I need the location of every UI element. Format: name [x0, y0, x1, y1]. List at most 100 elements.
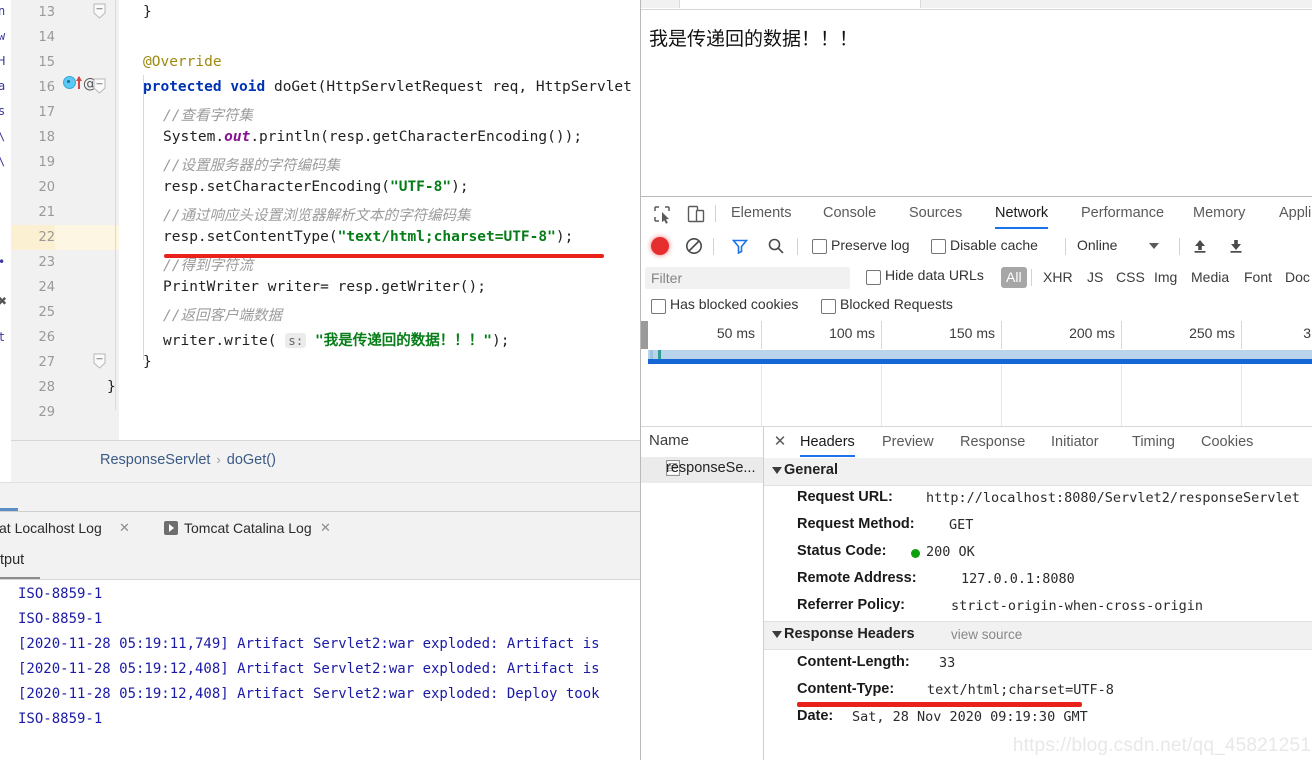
line-number: 28 [38, 380, 55, 395]
section-general-header[interactable]: General [764, 458, 1312, 486]
tab-application[interactable]: Appli [1279, 197, 1311, 229]
detail-tab-cookies[interactable]: Cookies [1201, 427, 1253, 457]
detail-tab-headers[interactable]: Headers [800, 427, 855, 457]
blocked-requests-checkbox[interactable] [821, 299, 836, 314]
filter-icon[interactable] [731, 237, 749, 255]
code-editor[interactable]: 13 14 15 16 17 18 19 20 21 22 23 24 25 2… [11, 0, 640, 440]
tab-elements[interactable]: Elements [731, 197, 791, 229]
import-har-icon[interactable] [1191, 237, 1209, 255]
timeline-tick: 100 ms [761, 321, 882, 349]
console-line: ISO-8859-1 [18, 711, 103, 727]
search-icon[interactable] [767, 237, 785, 255]
code-line-23-comment: //得到字符流 [163, 258, 253, 274]
filter-input[interactable] [645, 267, 850, 289]
code-line-26: writer.write( s: "我是传递回的数据！！！"); [163, 329, 509, 350]
filter-chip-font[interactable]: Font [1239, 267, 1277, 288]
console-output[interactable]: ISO-8859-1 ISO-8859-1 [2020-11-28 05:19:… [0, 580, 640, 760]
disable-cache-checkbox[interactable] [931, 239, 946, 254]
tab-performance[interactable]: Performance [1081, 197, 1164, 229]
line-number: 20 [38, 180, 55, 195]
chevron-down-icon[interactable] [772, 467, 782, 474]
code-fold-icon[interactable] [93, 78, 106, 94]
code-text-area[interactable]: } @Override protected void doGet(HttpSer… [107, 0, 640, 440]
detail-tab-preview[interactable]: Preview [882, 427, 934, 457]
blocked-requests-label[interactable]: Blocked Requests [840, 296, 953, 312]
tab-memory[interactable]: Memory [1193, 197, 1245, 229]
view-source-link[interactable]: view source [951, 627, 1022, 642]
filter-chip-all[interactable]: All [1001, 267, 1027, 288]
header-value: http://localhost:8080/Servlet2/responseS… [926, 490, 1300, 506]
section-response-headers-header[interactable]: Response Headers view source [764, 621, 1312, 650]
divider [715, 205, 716, 222]
breadcrumb-method[interactable]: doGet() [227, 452, 276, 468]
breadcrumb-class[interactable]: ResponseServlet [100, 452, 210, 468]
line-number: 24 [38, 280, 55, 295]
chrome-browser-pane: 我是传递回的数据！！！ Elements Console Sources Net… [640, 0, 1312, 760]
filter-chip-js[interactable]: JS [1082, 267, 1108, 288]
browser-tab-strip [641, 0, 1312, 8]
timeline-tick-label: 50 ms [716, 325, 755, 341]
close-icon[interactable]: ✕ [118, 521, 131, 534]
run-icon [164, 521, 178, 535]
tab-sources[interactable]: Sources [909, 197, 962, 229]
overview-grid [641, 365, 1312, 426]
column-header-name: Name [649, 432, 690, 449]
output-label: tput [0, 552, 25, 568]
code-line-15: @Override [143, 54, 222, 70]
filter-chip-doc[interactable]: Doc [1280, 267, 1312, 288]
gutter-markers[interactable]: @ [63, 75, 97, 100]
header-row-request-method: Request Method: GET [764, 512, 1312, 539]
filter-chip-media[interactable]: Media [1186, 267, 1234, 288]
close-icon[interactable]: ✕ [772, 434, 788, 450]
header-key: Content-Length: [797, 654, 910, 670]
network-blocked-bar: Has blocked cookies Blocked Requests [641, 293, 1312, 322]
export-har-icon[interactable] [1227, 237, 1245, 255]
tab-network[interactable]: Network [995, 197, 1049, 229]
detail-tab-response[interactable]: Response [960, 427, 1025, 457]
hide-data-urls-checkbox[interactable] [866, 270, 881, 285]
line-number: 29 [38, 405, 55, 420]
hide-data-urls-label[interactable]: Hide data URLs [885, 267, 984, 283]
code-line-16-rest: doGet(HttpServletRequest req, HttpServle… [265, 79, 632, 95]
inspect-element-icon[interactable] [651, 203, 673, 225]
record-icon[interactable] [651, 237, 669, 255]
detail-tab-timing[interactable]: Timing [1132, 427, 1175, 457]
code-println: .println(resp.getCharacterEncoding()); [250, 129, 583, 145]
section-response-headers-title: Response Headers [784, 626, 915, 642]
clear-icon[interactable] [685, 237, 703, 255]
close-icon[interactable]: ✕ [319, 521, 332, 534]
disable-cache-label[interactable]: Disable cache [950, 237, 1038, 253]
preserve-log-checkbox[interactable] [812, 239, 827, 254]
chevron-down-icon[interactable] [772, 631, 782, 638]
browser-tab[interactable] [679, 0, 921, 8]
log-tab-catalina[interactable]: Tomcat Catalina Log [184, 512, 312, 544]
section-general-title: General [784, 462, 838, 478]
preserve-log-label[interactable]: Preserve log [831, 237, 910, 253]
breadcrumb[interactable]: ResponseServlet › doGet() [100, 452, 276, 468]
has-blocked-cookies-checkbox[interactable] [651, 299, 666, 314]
network-overview[interactable]: 50 ms 100 ms 150 ms 200 ms 250 ms 3 [641, 321, 1312, 427]
breakpoint-icon[interactable] [63, 76, 76, 90]
filter-chip-img[interactable]: Img [1149, 267, 1182, 288]
request-list[interactable]: Name responseSe... 1 requests 17 [641, 427, 764, 760]
timeline-tick: 50 ms [641, 321, 762, 349]
chevron-down-icon[interactable] [1149, 243, 1159, 249]
device-toolbar-icon[interactable] [685, 203, 707, 225]
log-tab-localhost[interactable]: cat Localhost Log [0, 512, 102, 544]
header-row-request-url: Request URL: http://localhost:8080/Servl… [764, 485, 1312, 512]
network-request-panel: Name responseSe... 1 requests 17 [641, 427, 1312, 760]
code-setct-a: resp.setContentType( [163, 229, 338, 245]
divider [713, 238, 714, 255]
has-blocked-cookies-label[interactable]: Has blocked cookies [670, 296, 798, 312]
code-line-13: } [143, 4, 152, 20]
filter-chip-css[interactable]: CSS [1111, 267, 1150, 288]
code-fold-icon[interactable] [93, 353, 106, 369]
line-number: 13 [38, 5, 55, 20]
request-name[interactable]: responseSe... [666, 460, 755, 476]
request-row[interactable]: responseSe... [641, 457, 763, 483]
filter-chip-xhr[interactable]: XHR [1038, 267, 1078, 288]
tab-console[interactable]: Console [823, 197, 876, 229]
code-fold-icon[interactable] [93, 3, 106, 19]
throttling-select[interactable]: Online [1077, 237, 1117, 253]
detail-tab-initiator[interactable]: Initiator [1051, 427, 1099, 457]
